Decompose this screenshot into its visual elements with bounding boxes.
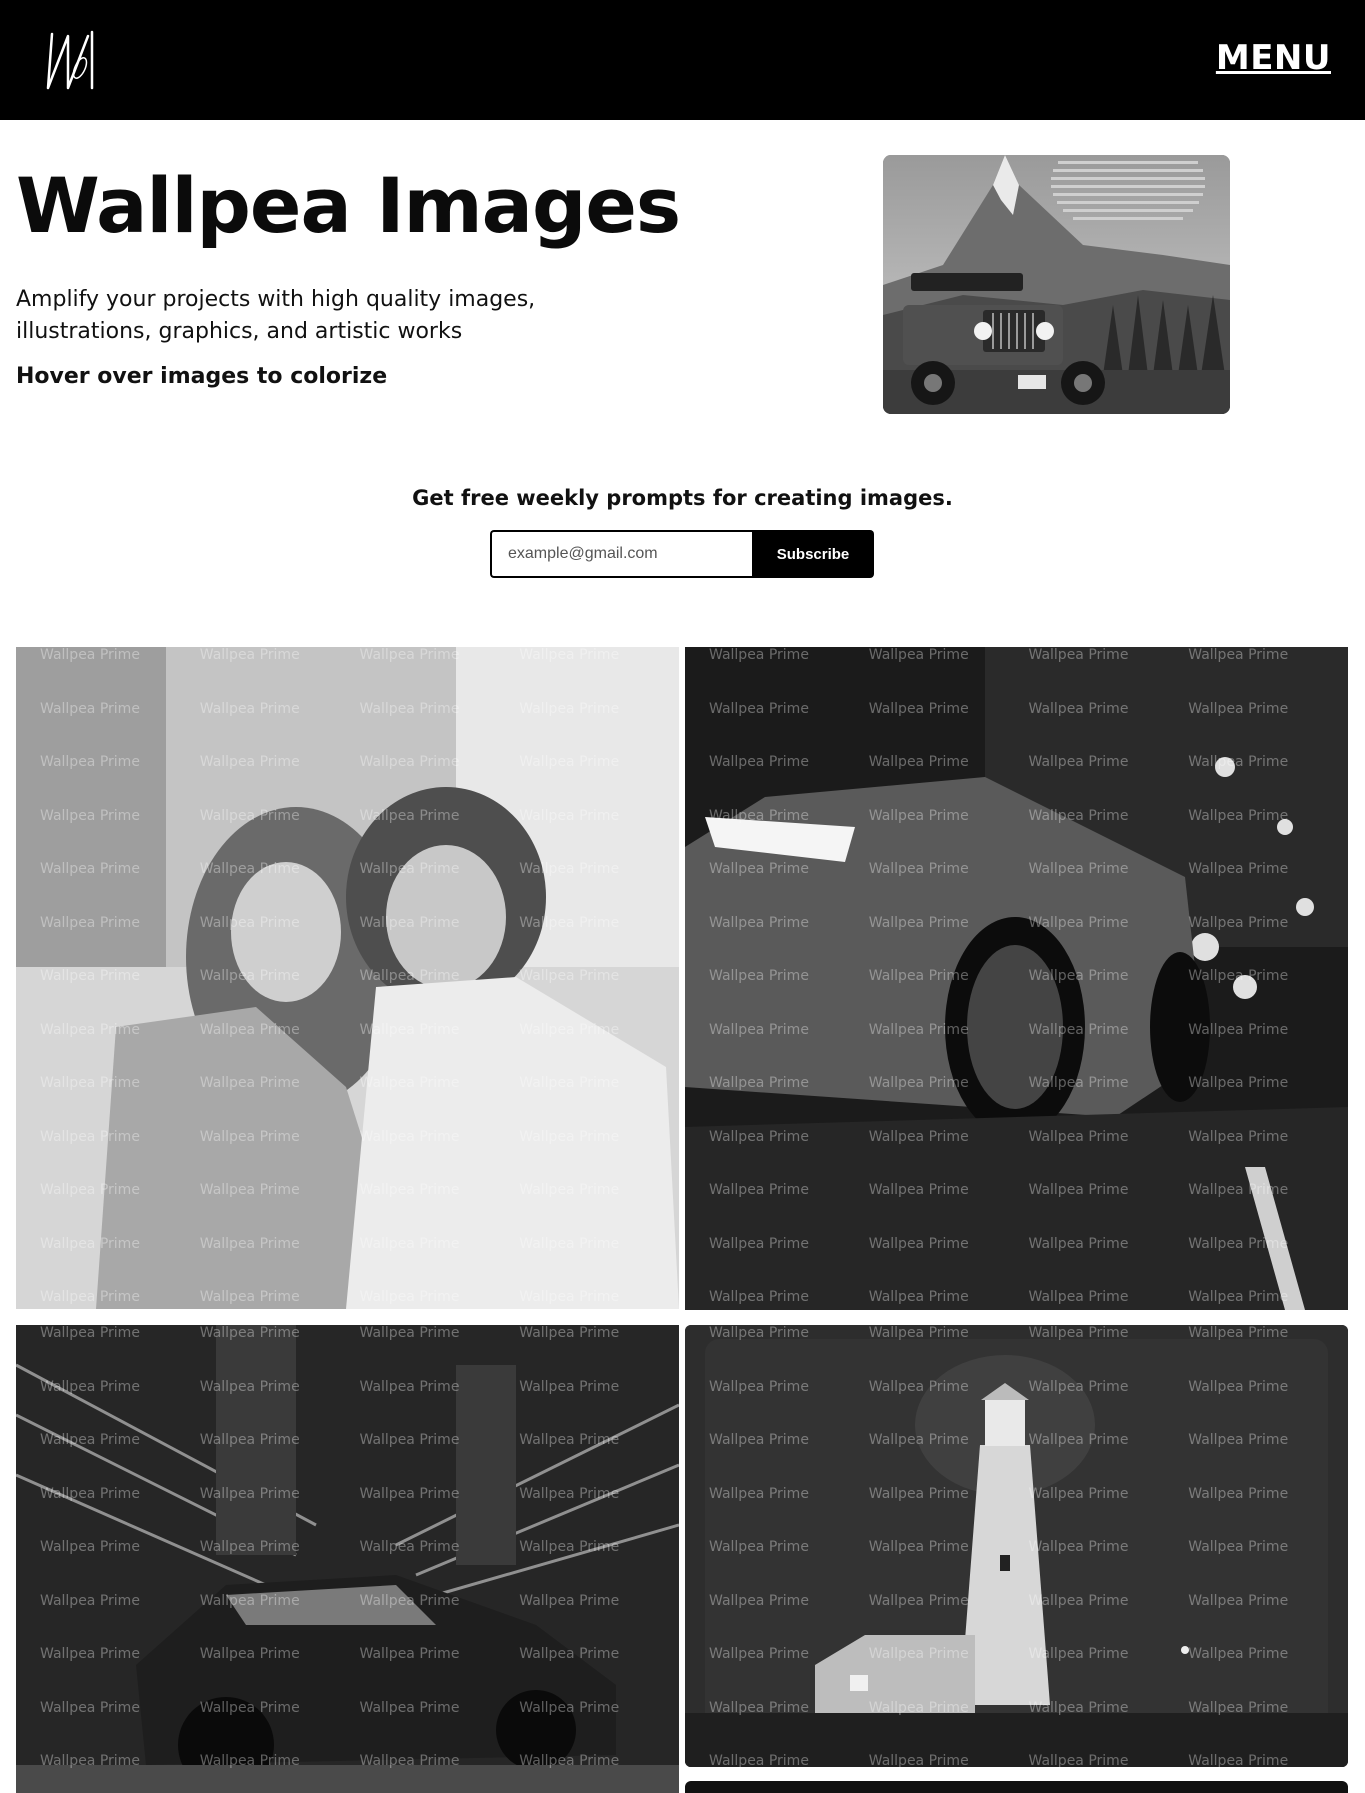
lighthouse-night-image[interactable]: Wallpea Prime Wallpea Prime Wallpea Prime W… [685,1325,1348,1767]
hover-hint: Hover over images to colorize [16,364,388,389]
couple-portrait-image[interactable]: Wallpea Prime Wallpea Prime Wallpea Prime W… [16,647,679,1309]
menu-link[interactable]: MENU [1216,38,1331,78]
jeep-mountain-image[interactable] [883,155,1230,414]
dark-image[interactable] [685,1781,1348,1793]
subscribe-heading: Get free weekly prompts for creating ima… [412,486,953,510]
site-header: MENU [0,0,1365,120]
subscribe-form: Subscribe [490,530,874,578]
hero-subtitle: Amplify your projects with high quality … [16,287,536,344]
sports-car-night-street-image[interactable]: Wallpea Prime Wallpea Prime Wallpea Prime W… [685,647,1348,1310]
wallpea-w-logo-icon[interactable] [46,28,104,92]
speeding-car-city-image[interactable]: Wallpea Prime Wallpea Prime Wallpea Prime W… [16,1325,679,1793]
email-field[interactable] [490,530,752,578]
page-title: Wallpea Images [16,161,681,250]
subscribe-button[interactable]: Subscribe [752,530,874,578]
